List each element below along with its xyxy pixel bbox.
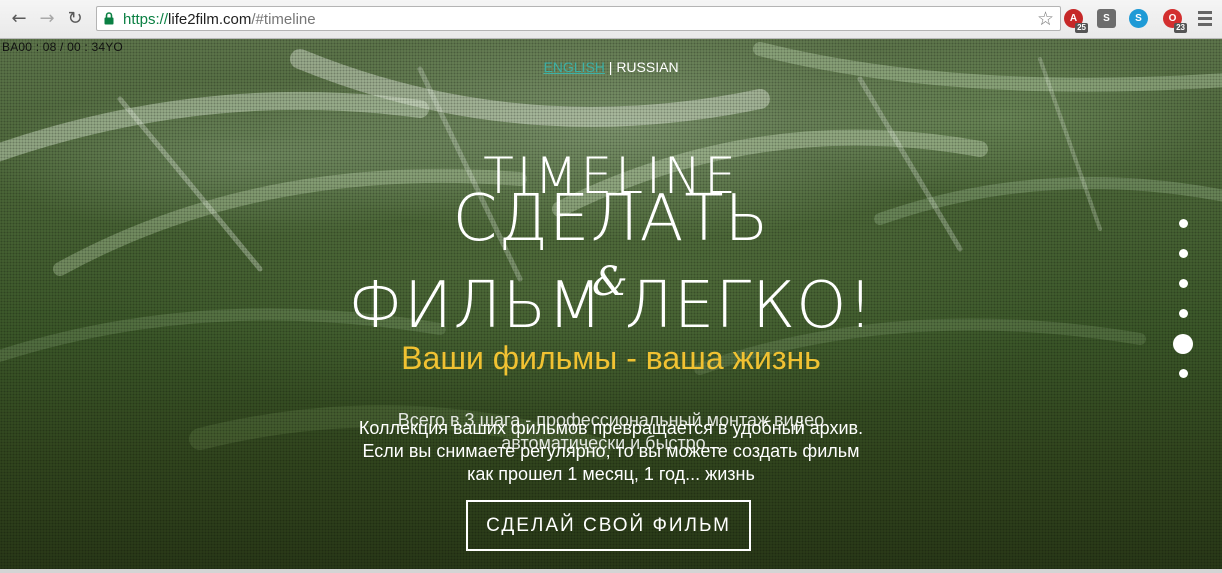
page-bottom-edge <box>0 569 1222 573</box>
back-button[interactable]: ← <box>8 7 30 29</box>
pager-dot-4[interactable] <box>1178 309 1188 318</box>
subtitle: Ваши фильмы - ваша жизнь <box>401 340 821 376</box>
browser-menu-icon[interactable] <box>1198 11 1212 29</box>
description-2-line-3: как прошел 1 месяц, 1 год... жизнь <box>467 464 755 484</box>
pager-dot-6[interactable] <box>1178 369 1188 378</box>
russian-link[interactable]: | RUSSIAN <box>609 59 679 75</box>
browser-toolbar: ← → ↻ https://life2film.com/#timeline ☆ … <box>0 0 1222 39</box>
pager-dot-3[interactable] <box>1178 279 1188 288</box>
lock-icon <box>104 12 114 25</box>
forward-arrow-icon: → <box>39 7 55 29</box>
pager-dot-2[interactable] <box>1178 249 1188 258</box>
video-time-counter: BA00 : 08 / 00 : 34YO <box>2 40 123 54</box>
pager-dot-5[interactable] <box>1173 334 1193 354</box>
url-scheme: https:// <box>123 11 169 28</box>
back-arrow-icon: ← <box>11 7 27 29</box>
seo-extension-icon[interactable]: S <box>1097 9 1116 28</box>
description-2-line-2: Если вы снимаете регулярно, то вы можете… <box>362 441 860 461</box>
adblock-extension-icon[interactable]: A 25 <box>1064 9 1088 33</box>
description-2-line-1: Коллекция ваших фильмов превращается в у… <box>358 418 864 438</box>
opera-extension-badge: 23 <box>1174 23 1187 33</box>
opera-extension-icon[interactable]: O 23 <box>1163 9 1187 33</box>
hero-section: BA00 : 08 / 00 : 34YO ENGLISH | RUSSIAN … <box>0 39 1222 573</box>
skype-extension-icon[interactable]: S <box>1129 9 1148 28</box>
headline-line-1: СДЕЛАТЬ <box>452 182 770 256</box>
ampersand-decoration: & <box>592 259 628 305</box>
url-text: https://life2film.com/#timeline <box>123 11 316 28</box>
url-path: /#timeline <box>251 11 316 28</box>
bookmark-star-icon[interactable]: ☆ <box>1037 8 1054 30</box>
address-bar[interactable]: https://life2film.com/#timeline ☆ <box>96 6 1061 31</box>
description-paragraph-2: Коллекция ваших фильмов превращается в у… <box>0 417 1222 486</box>
pager-dot-1[interactable] <box>1178 219 1188 228</box>
section-pager <box>1172 219 1194 399</box>
reload-button[interactable]: ↻ <box>64 7 86 29</box>
forward-button[interactable]: → <box>36 7 58 29</box>
reload-icon: ↻ <box>67 7 83 29</box>
english-link[interactable]: ENGLISH <box>543 59 604 75</box>
url-host: life2film.com <box>168 11 252 28</box>
make-your-film-button[interactable]: СДЕЛАЙ СВОЙ ФИЛЬМ <box>466 500 751 551</box>
language-switcher: ENGLISH | RUSSIAN <box>0 59 1222 75</box>
adblock-extension-badge: 25 <box>1075 23 1088 33</box>
